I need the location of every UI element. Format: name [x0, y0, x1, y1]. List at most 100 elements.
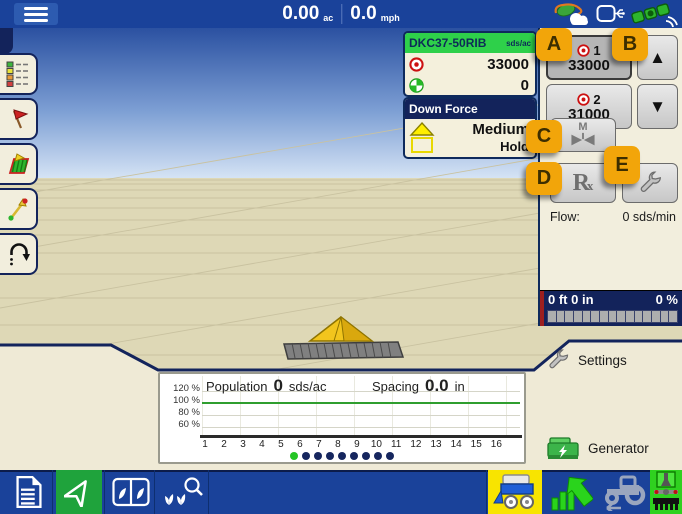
section-segment-bar — [547, 310, 678, 323]
rx-icon: Rx — [572, 169, 594, 196]
settings-wrench-icon — [549, 349, 569, 369]
callout-d: D — [526, 162, 562, 195]
population-unit: sds/ac — [288, 379, 327, 394]
target-reference-line — [202, 402, 520, 404]
speed-unit: mph — [380, 13, 400, 23]
page-dot[interactable] — [374, 452, 382, 460]
menu-button[interactable] — [14, 3, 58, 25]
down-force-mode: Hold — [500, 139, 529, 154]
product-panel[interactable]: DKC37-50RIB sds/ac 33000 0 — [403, 31, 537, 97]
settings-label: Settings — [578, 352, 627, 368]
rate-2-number: 2 — [593, 91, 601, 107]
generator-label: Generator — [588, 440, 649, 456]
target-rate-value: 33000 — [487, 55, 529, 73]
row-number: 10 — [370, 439, 382, 450]
actual-rate-row: 0 — [405, 74, 535, 95]
callout-c: C — [526, 120, 562, 153]
planter-icon — [493, 474, 534, 509]
page-dot[interactable] — [338, 452, 346, 460]
rate-target-icon — [577, 92, 591, 106]
split-view-button[interactable] — [108, 470, 154, 514]
down-force-title: Down Force — [409, 102, 478, 116]
y-tick-label: 120 % — [173, 383, 200, 394]
chart-axis-line — [200, 435, 522, 438]
top-bar: 0.00 ac 0.0 mph — [0, 0, 682, 28]
cloud-sync-icon[interactable] — [551, 1, 591, 27]
target-rate-icon — [409, 56, 424, 72]
manual-label: M — [578, 121, 588, 133]
report-document-icon — [16, 476, 42, 508]
generator-icon — [547, 437, 579, 459]
page-dot[interactable] — [350, 452, 358, 460]
map-view-button-active[interactable] — [56, 470, 102, 514]
rate-decrease-button[interactable]: ▼ — [637, 84, 678, 129]
row-number: 13 — [430, 439, 442, 450]
sidebar-legend-button[interactable] — [0, 53, 38, 95]
sidebar-flag-button[interactable] — [0, 98, 38, 140]
down-force-level: Medium — [472, 121, 529, 138]
distance-value: 0 ft 0 in — [548, 292, 594, 307]
row-number: 14 — [450, 439, 462, 450]
flow-label: Flow: — [550, 210, 580, 224]
flow-readout: Flow: 0 sds/min — [550, 210, 676, 224]
page-dot[interactable] — [302, 452, 310, 460]
callout-e: E — [604, 146, 640, 184]
row-unit-button[interactable] — [650, 470, 682, 514]
sidebar-turn-button[interactable] — [0, 233, 38, 275]
spacing-readout: Spacing 0.0 in — [372, 376, 465, 396]
planter-monitor-app: 0.0 0 ac 0.0 mph DKC37-50RIB sds/ac 33000… — [0, 0, 682, 514]
page-dot[interactable] — [326, 452, 334, 460]
spacing-label: Spacing — [372, 379, 419, 394]
gridline-60 — [202, 427, 520, 428]
scouting-button[interactable] — [158, 470, 206, 514]
coverage-percent: 0 % — [655, 292, 678, 307]
page-dot[interactable] — [386, 452, 394, 460]
split-screen-icon — [112, 477, 150, 507]
readout-divider — [341, 4, 343, 24]
gps-satellite-icon[interactable] — [630, 1, 678, 28]
crop-scouting-icon — [165, 477, 203, 505]
settings-button[interactable]: Settings — [546, 348, 627, 372]
collapsed-tab-stub[interactable] — [0, 28, 13, 54]
spacing-value: 0.0 — [424, 376, 449, 395]
y-tick-label: 60 % — [178, 419, 200, 430]
planter-control-button[interactable] — [488, 470, 542, 514]
area-unit: ac — [323, 13, 334, 23]
population-label: Population — [206, 379, 268, 394]
row-number: 5 — [278, 439, 284, 450]
bottombar-separator — [154, 470, 155, 514]
down-force-panel[interactable]: Down Force Medium Hold — [403, 97, 537, 159]
row-number: 6 — [297, 439, 303, 450]
gridline-80 — [202, 415, 520, 416]
flow-value: 0 sds/min — [622, 210, 677, 224]
product-panel-header: DKC37-50RIB sds/ac — [405, 33, 535, 53]
ab-line-icon — [8, 197, 28, 221]
row-number: 2 — [221, 439, 227, 450]
chart-y-ticks: 120 % 100 % 80 % 60 % — [164, 383, 200, 430]
coverage-swath-button[interactable] — [546, 470, 596, 514]
row-number: 3 — [240, 439, 246, 450]
bottombar-separator — [486, 470, 487, 514]
page-dot[interactable] — [314, 452, 322, 460]
seed-tube-icon — [653, 471, 679, 510]
status-icons — [551, 0, 678, 28]
sidebar-coverage-button[interactable] — [0, 143, 38, 185]
generator-button[interactable]: Generator — [546, 434, 649, 462]
usb-icon[interactable] — [596, 3, 625, 25]
down-force-header: Down Force — [405, 99, 535, 119]
product-name: DKC37-50RIB — [409, 36, 487, 50]
page-dot[interactable] — [362, 452, 370, 460]
sidebar-guidance-button[interactable] — [0, 188, 38, 230]
flag-icon — [12, 109, 29, 129]
row-number: 12 — [410, 439, 422, 450]
swath-arrow-icon — [551, 476, 593, 511]
callout-a: A — [536, 28, 572, 61]
reports-button[interactable] — [6, 470, 52, 514]
status-readouts: 0.00 ac 0.0 mph — [282, 0, 400, 28]
tractor-swap-button[interactable] — [596, 470, 650, 514]
actual-rate-value: 0 — [520, 76, 529, 94]
down-force-icon — [409, 121, 435, 153]
page-dot[interactable] — [290, 452, 298, 460]
target-rate-row: 33000 — [405, 53, 535, 74]
speed-value: 0.0 — [350, 3, 377, 24]
